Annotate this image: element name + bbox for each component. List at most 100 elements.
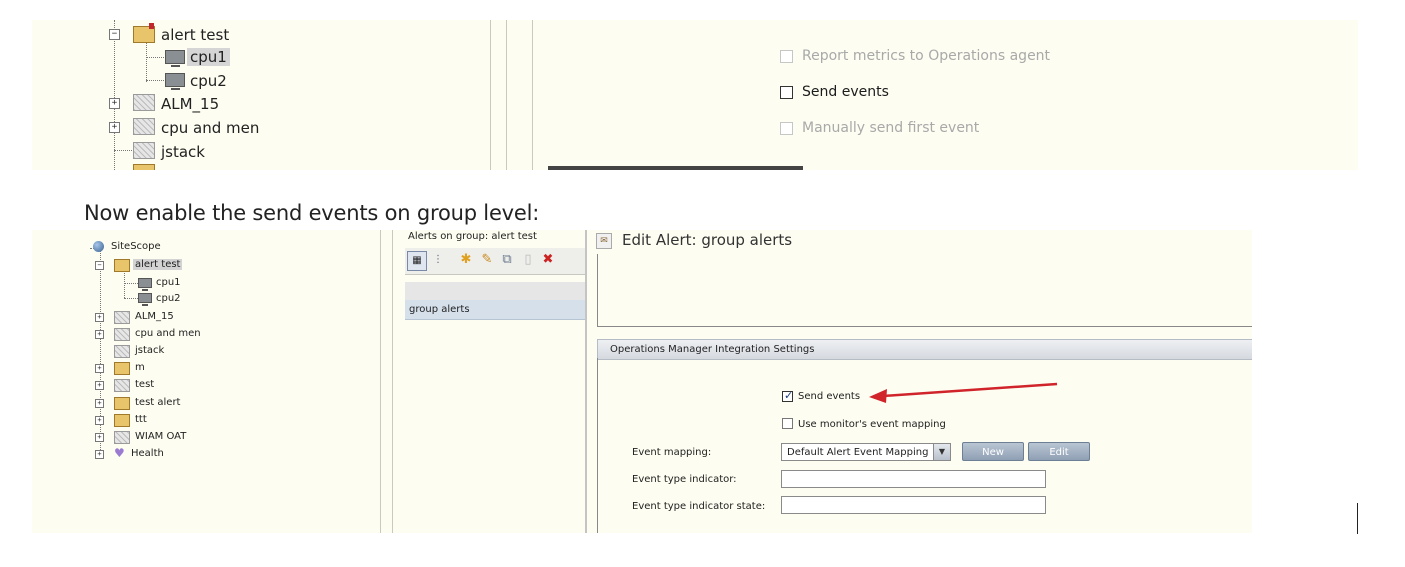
edit-pencil-icon[interactable]: ✎ bbox=[478, 251, 496, 269]
manually-send-label: Manually send first event bbox=[802, 120, 980, 136]
tree-view-icon[interactable]: ⋮ bbox=[429, 251, 447, 269]
expand-toggle[interactable]: + bbox=[95, 416, 104, 425]
tree-node-label[interactable]: cpu and men bbox=[135, 328, 201, 339]
group-icon bbox=[114, 328, 130, 341]
group-icon bbox=[133, 142, 155, 159]
collapse-toggle[interactable]: − bbox=[95, 261, 104, 270]
send-events-checkbox[interactable] bbox=[780, 86, 793, 99]
event-type-indicator-input[interactable] bbox=[781, 470, 1046, 488]
tree-node-label[interactable]: cpu2 bbox=[190, 72, 227, 90]
group-icon bbox=[114, 414, 130, 427]
edit-alert-title: Edit Alert: group alerts bbox=[622, 231, 793, 249]
event-mapping-select[interactable]: Default Alert Event Mapping ▼ bbox=[781, 443, 951, 461]
expand-toggle[interactable]: + bbox=[95, 450, 104, 459]
event-type-indicator-label: Event type indicator: bbox=[632, 474, 737, 485]
send-events-label: Send events bbox=[798, 391, 861, 402]
send-events-checkbox[interactable] bbox=[782, 389, 793, 402]
monitor-icon bbox=[138, 293, 152, 306]
tree-guide bbox=[114, 150, 134, 151]
edit-button[interactable]: Edit bbox=[1028, 442, 1090, 461]
group-icon bbox=[133, 164, 155, 170]
panel-divider bbox=[392, 230, 393, 533]
paste-icon[interactable]: ▯ bbox=[519, 251, 537, 269]
alert-icon bbox=[149, 23, 154, 29]
panel-divider bbox=[380, 230, 381, 533]
tree-node-label[interactable]: ALM_15 bbox=[135, 311, 174, 322]
table-row[interactable]: group alerts bbox=[405, 300, 585, 320]
cut-off-heading bbox=[548, 166, 803, 170]
event-mapping-value: Default Alert Event Mapping bbox=[787, 447, 929, 458]
tree-node-label-selected[interactable]: alert test bbox=[133, 259, 183, 270]
manually-send-checkbox[interactable] bbox=[780, 122, 793, 135]
panel-divider bbox=[490, 20, 491, 170]
alert-row-label: group alerts bbox=[409, 304, 470, 315]
group-icon bbox=[114, 259, 130, 272]
tree-node-label[interactable]: Health bbox=[131, 448, 164, 459]
alerts-toolbar: ▦ ⋮ ✱ ✎ ⧉ ▯ ✖ bbox=[405, 248, 585, 275]
event-type-indicator-state-input[interactable] bbox=[781, 496, 1046, 514]
tree-node-label[interactable]: SiteScope bbox=[111, 241, 161, 252]
event-mapping-label: Event mapping: bbox=[632, 447, 712, 458]
section-border bbox=[597, 358, 598, 533]
tree-node-label[interactable]: ALM_15 bbox=[161, 95, 219, 113]
tree-guide bbox=[114, 20, 115, 170]
tree-node-label[interactable]: cpu1 bbox=[156, 277, 181, 288]
tree-node-label[interactable]: test bbox=[135, 379, 154, 390]
tree-guide bbox=[124, 298, 138, 299]
copy-icon[interactable]: ⧉ bbox=[498, 251, 516, 269]
globe-icon bbox=[93, 241, 104, 252]
section-header[interactable]: Operations Manager Integration Settings bbox=[597, 339, 1252, 360]
use-monitor-mapping-checkbox[interactable] bbox=[782, 418, 793, 429]
tree-node-label[interactable]: jstack bbox=[161, 143, 205, 161]
panel-divider bbox=[506, 20, 507, 170]
monitor-icon bbox=[165, 50, 185, 67]
tree-node-label-selected[interactable]: cpu1 bbox=[187, 48, 230, 66]
expand-toggle[interactable]: + bbox=[95, 330, 104, 339]
heart-icon: ♥ bbox=[114, 446, 125, 460]
group-icon bbox=[114, 311, 130, 324]
new-alert-icon[interactable]: ✱ bbox=[457, 251, 475, 269]
group-icon bbox=[114, 345, 130, 358]
group-icon bbox=[133, 94, 155, 111]
text-cursor bbox=[1357, 503, 1358, 534]
expand-toggle[interactable]: + bbox=[95, 381, 104, 390]
tree-node-label[interactable]: ttt bbox=[135, 414, 147, 425]
monitor-icon bbox=[165, 73, 185, 90]
tree-node-label[interactable]: alert test bbox=[161, 26, 229, 44]
tree-node-label[interactable]: cpu2 bbox=[156, 293, 181, 304]
group-view-icon[interactable]: ▦ bbox=[407, 251, 427, 271]
report-metrics-label: Report metrics to Operations agent bbox=[802, 48, 1051, 64]
tree-guide bbox=[124, 283, 138, 284]
caption-text: Now enable the send events on group leve… bbox=[84, 201, 540, 225]
delete-icon[interactable]: ✖ bbox=[539, 251, 557, 269]
expand-toggle[interactable]: + bbox=[95, 433, 104, 442]
expand-toggle[interactable]: + bbox=[95, 313, 104, 322]
expand-toggle[interactable]: + bbox=[109, 98, 120, 109]
expand-toggle[interactable]: + bbox=[95, 364, 104, 373]
tree-node-label[interactable]: m bbox=[135, 362, 145, 373]
alerts-panel-title: Alerts on group: alert test bbox=[408, 231, 537, 242]
monitor-icon bbox=[138, 278, 152, 291]
report-metrics-checkbox[interactable] bbox=[780, 50, 793, 63]
group-icon bbox=[114, 362, 130, 375]
new-button[interactable]: New bbox=[962, 442, 1024, 461]
edit-alert-icon: ✉ bbox=[596, 233, 612, 249]
group-icon bbox=[133, 118, 155, 135]
tree-guide bbox=[146, 42, 147, 82]
panel-divider bbox=[532, 20, 533, 170]
expand-toggle[interactable]: + bbox=[95, 399, 104, 408]
panel-splitter[interactable] bbox=[585, 230, 587, 533]
section-title: Operations Manager Integration Settings bbox=[610, 344, 815, 355]
tree-node-label[interactable]: test alert bbox=[135, 397, 180, 408]
alert-properties-area bbox=[597, 254, 1252, 327]
chevron-down-icon[interactable]: ▼ bbox=[933, 444, 950, 460]
tree-node-label[interactable]: WIAM OAT bbox=[135, 431, 186, 442]
red-arrow-annotation bbox=[869, 382, 1058, 403]
alerts-table-header bbox=[405, 282, 585, 301]
group-icon bbox=[114, 379, 130, 392]
tree-node-label[interactable]: jstack bbox=[135, 345, 164, 356]
group-icon bbox=[114, 431, 130, 444]
collapse-toggle[interactable]: − bbox=[109, 29, 120, 40]
tree-node-label[interactable]: cpu and men bbox=[161, 119, 259, 137]
expand-toggle[interactable]: + bbox=[109, 122, 120, 133]
